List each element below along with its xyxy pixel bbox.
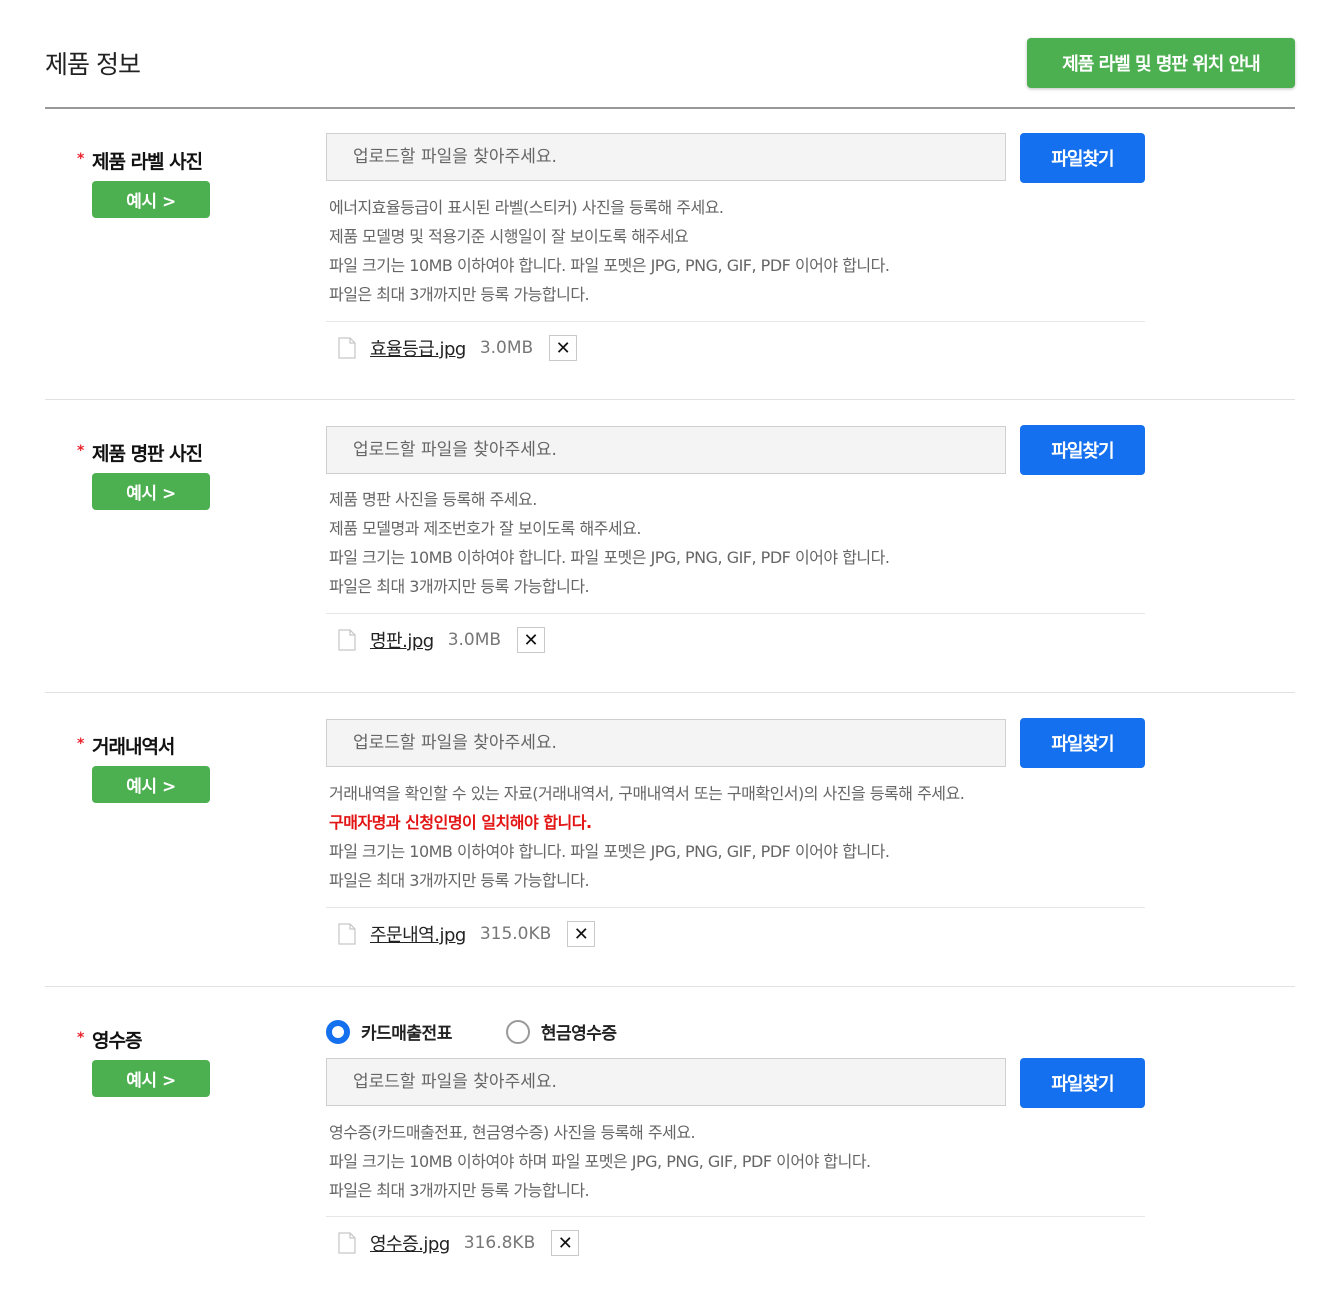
- file-name-link[interactable]: 명판.jpg: [370, 627, 434, 653]
- document-icon: [338, 629, 356, 651]
- file-size: 316.8KB: [463, 1233, 536, 1253]
- radio-cash-receipt[interactable]: 현금영수증: [505, 1019, 617, 1044]
- attached-file: 명판.jpg 3.0MB ✕: [338, 626, 546, 654]
- field-label: 영수증: [92, 1030, 142, 1052]
- radio-unchecked-icon[interactable]: [505, 1019, 530, 1044]
- note-line: 파일은 최대 3개까지만 등록 가능합니다.: [329, 285, 590, 304]
- note-line: 제품 명판 사진을 등록해 주세요.: [329, 490, 537, 509]
- notes: 에너지효율등급이 표시된 라벨(스티커) 사진을 등록해 주세요. 제품 모델명…: [329, 193, 1149, 309]
- note-line: 파일 크기는 10MB 이하여야 합니다. 파일 포멧은 JPG, PNG, G…: [329, 548, 890, 567]
- example-button[interactable]: 예시 >: [92, 766, 210, 803]
- divider: [326, 613, 1145, 614]
- receipt-type-radio-group: 카드매출전표 현금영수증: [326, 1019, 671, 1044]
- notes: 영수증(카드매출전표, 현금영수증) 사진을 등록해 주세요. 파일 크기는 1…: [329, 1118, 1149, 1205]
- close-icon: ✕: [557, 1232, 573, 1254]
- warning-note: 구매자명과 신청인명이 일치해야 합니다.: [329, 813, 592, 832]
- close-icon: ✕: [573, 923, 589, 945]
- note-line: 파일 크기는 10MB 이하여야 하며 파일 포멧은 JPG, PNG, GIF…: [329, 1152, 871, 1171]
- close-icon: ✕: [523, 629, 539, 651]
- find-file-button[interactable]: 파일찾기: [1020, 1058, 1145, 1108]
- attached-file: 영수증.jpg 316.8KB ✕: [338, 1229, 580, 1257]
- page-title: 제품 정보: [45, 50, 141, 79]
- file-name-link[interactable]: 효율등급.jpg: [370, 335, 466, 361]
- section-transaction-statement: * 거래내역서 예시 > 파일찾기 거래내역을 확인할 수 있는 자료(거래내역…: [45, 693, 1295, 987]
- notes: 거래내역을 확인할 수 있는 자료(거래내역서, 구매내역서 또는 구매확인서)…: [329, 779, 1149, 895]
- note-line: 거래내역을 확인할 수 있는 자료(거래내역서, 구매내역서 또는 구매확인서)…: [329, 784, 965, 803]
- note-line: 파일 크기는 10MB 이하여야 합니다. 파일 포멧은 JPG, PNG, G…: [329, 256, 890, 275]
- file-path-input[interactable]: [326, 719, 1006, 767]
- delete-file-button[interactable]: ✕: [549, 335, 578, 361]
- note-line: 제품 모델명과 제조번호가 잘 보이도록 해주세요.: [329, 519, 641, 538]
- file-name-link[interactable]: 주문내역.jpg: [370, 921, 466, 947]
- radio-label: 현금영수증: [540, 1024, 617, 1044]
- section-label-photo: * 제품 라벨 사진 예시 > 파일찾기 에너지효율등급이 표시된 라벨(스티커…: [45, 109, 1295, 400]
- required-mark: *: [77, 736, 85, 752]
- attached-file: 주문내역.jpg 315.0KB ✕: [338, 920, 596, 948]
- example-button[interactable]: 예시 >: [92, 1060, 210, 1097]
- field-label: 제품 라벨 사진: [92, 151, 203, 173]
- required-mark: *: [77, 1030, 85, 1046]
- document-icon: [338, 1232, 356, 1254]
- document-icon: [338, 923, 356, 945]
- note-line: 파일은 최대 3개까지만 등록 가능합니다.: [329, 577, 590, 596]
- file-name-link[interactable]: 영수증.jpg: [370, 1230, 450, 1256]
- section-receipt: * 영수증 예시 > 카드매출전표 현금영수증 파일찾기 영수증(카드매출전표,…: [45, 987, 1295, 1287]
- note-line: 파일은 최대 3개까지만 등록 가능합니다.: [329, 871, 590, 890]
- file-size: 315.0KB: [479, 924, 552, 944]
- divider: [326, 1216, 1145, 1217]
- required-mark: *: [77, 443, 85, 459]
- delete-file-button[interactable]: ✕: [567, 921, 596, 947]
- divider: [326, 321, 1145, 322]
- field-label: 거래내역서: [92, 736, 175, 758]
- delete-file-button[interactable]: ✕: [517, 627, 546, 653]
- required-mark: *: [77, 151, 85, 167]
- field-label: 제품 명판 사진: [92, 443, 203, 465]
- attached-file: 효율등급.jpg 3.0MB ✕: [338, 334, 578, 362]
- document-icon: [338, 337, 356, 359]
- file-path-input[interactable]: [326, 426, 1006, 474]
- note-line: 파일 크기는 10MB 이하여야 합니다. 파일 포멧은 JPG, PNG, G…: [329, 842, 890, 861]
- radio-checked-icon[interactable]: [326, 1019, 350, 1044]
- example-button[interactable]: 예시 >: [92, 473, 210, 510]
- find-file-button[interactable]: 파일찾기: [1020, 425, 1145, 475]
- divider: [326, 907, 1145, 908]
- find-file-button[interactable]: 파일찾기: [1020, 133, 1145, 183]
- file-path-input[interactable]: [326, 133, 1006, 181]
- section-nameplate-photo: * 제품 명판 사진 예시 > 파일찾기 제품 명판 사진을 등록해 주세요. …: [45, 400, 1295, 693]
- label-location-guide-button[interactable]: 제품 라벨 및 명판 위치 안내: [1027, 38, 1295, 88]
- example-button[interactable]: 예시 >: [92, 181, 210, 218]
- note-line: 영수증(카드매출전표, 현금영수증) 사진을 등록해 주세요.: [329, 1123, 696, 1142]
- note-line: 에너지효율등급이 표시된 라벨(스티커) 사진을 등록해 주세요.: [329, 198, 724, 217]
- radio-label: 카드매출전표: [361, 1024, 452, 1044]
- file-size: 3.0MB: [479, 338, 534, 358]
- note-line: 제품 모델명 및 적용기준 시행일이 잘 보이도록 해주세요: [329, 227, 689, 246]
- file-path-input[interactable]: [326, 1058, 1006, 1106]
- file-size: 3.0MB: [447, 630, 502, 650]
- radio-card-slip[interactable]: 카드매출전표: [326, 1019, 452, 1044]
- delete-file-button[interactable]: ✕: [551, 1230, 580, 1256]
- notes: 제품 명판 사진을 등록해 주세요. 제품 모델명과 제조번호가 잘 보이도록 …: [329, 485, 1149, 601]
- find-file-button[interactable]: 파일찾기: [1020, 718, 1145, 768]
- page-header: 제품 정보 제품 라벨 및 명판 위치 안내: [45, 0, 1295, 109]
- close-icon: ✕: [555, 337, 571, 359]
- note-line: 파일은 최대 3개까지만 등록 가능합니다.: [329, 1181, 590, 1200]
